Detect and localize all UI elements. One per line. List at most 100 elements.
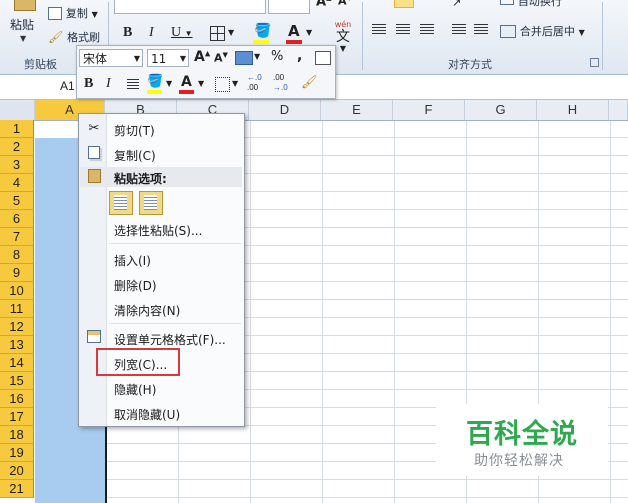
accounting-dropdown-icon[interactable]: ▼ (254, 52, 260, 61)
mini-clear-format-icon[interactable]: 🖌 (301, 75, 318, 90)
menu-item-paste-special[interactable]: 选择性粘贴(S)... (80, 219, 242, 239)
mini-fill-color-icon[interactable]: 🪣 (147, 74, 163, 89)
menu-header-paste-options: 粘贴选项: (80, 167, 242, 187)
alignment-launcher-icon[interactable] (590, 58, 599, 67)
grow-font-icon[interactable]: A▲ (316, 0, 331, 9)
italic-icon[interactable]: I (148, 24, 155, 42)
clipboard-group-label: 剪贴板 (24, 58, 57, 71)
paste-option-formatting[interactable] (109, 191, 133, 215)
menu-item-format-cells[interactable]: 设置单元格格式(F)... (80, 328, 242, 348)
context-menu: ✂ 剪切(T) 复制(C) 粘贴选项: 选择性粘贴(S)... 插入(I) 删除… (78, 113, 245, 427)
row-header[interactable]: 1 (0, 120, 34, 138)
font-color-icon[interactable]: A (288, 22, 300, 40)
row-header[interactable]: 20 (0, 462, 34, 480)
column-header-h[interactable]: H (537, 100, 609, 120)
top-align-icon[interactable] (394, 0, 414, 8)
paste-format-brush-icon (114, 195, 127, 210)
merge-center-icon (500, 25, 516, 38)
row-header[interactable]: 14 (0, 354, 34, 372)
menu-item-cut[interactable]: ✂ 剪切(T) (80, 119, 242, 139)
font-color-dropdown-icon[interactable]: ▼ (306, 28, 312, 37)
font-name-dropdown-icon: ▼ (133, 54, 140, 63)
row-header[interactable]: 4 (0, 174, 34, 192)
format-painter-button[interactable]: 🖌 格式刷 (48, 29, 100, 45)
shrink-font-icon[interactable]: A▼ (338, 0, 352, 8)
align-left-icon[interactable] (372, 24, 386, 36)
row-header[interactable]: 2 (0, 138, 34, 156)
menu-item-hide[interactable]: 隐藏(H) (80, 378, 242, 398)
merge-center-button[interactable]: 合并后居中 ▼ (500, 23, 585, 39)
mini-italic-button[interactable]: I (106, 76, 111, 92)
row-header[interactable]: 7 (0, 228, 34, 246)
mini-font-name-box[interactable]: 宋体 ▼ (79, 49, 143, 67)
mini-percent-button[interactable]: % (271, 49, 283, 64)
decrease-decimal-icon[interactable]: .00 →.0 (273, 73, 288, 93)
mini-font-size-box[interactable]: 11 ▼ (147, 49, 189, 67)
row-header[interactable]: 16 (0, 390, 34, 408)
row-header[interactable]: 5 (0, 192, 34, 210)
mini-border-icon[interactable] (215, 77, 230, 92)
row-header[interactable]: 8 (0, 246, 34, 264)
paste-button[interactable]: 粘贴 ▼ (4, 0, 44, 52)
underline-icon[interactable]: U ▼ (170, 24, 194, 42)
increase-decimal-icon[interactable]: ←.0 .00 (247, 73, 262, 93)
row-header[interactable]: 17 (0, 408, 34, 426)
mini-comma-button[interactable]: , (297, 48, 302, 64)
increase-indent-icon[interactable] (474, 24, 488, 36)
mini-accounting-format-icon[interactable] (235, 51, 253, 65)
mini-grow-font-icon[interactable]: A▲ (194, 49, 210, 65)
column-header-i[interactable] (609, 100, 628, 120)
row-header[interactable]: 13 (0, 336, 34, 354)
format-cells-icon (86, 330, 102, 346)
menu-item-copy[interactable]: 复制(C) (80, 144, 242, 164)
border-dropdown-icon[interactable]: ▼ (228, 28, 234, 37)
border-dropdown-icon[interactable]: ▼ (232, 79, 238, 88)
row-header[interactable]: 18 (0, 426, 34, 444)
menu-item-delete[interactable]: 删除(D) (80, 274, 242, 294)
row-header[interactable]: 15 (0, 372, 34, 390)
bold-icon[interactable]: B (122, 24, 133, 42)
row-header[interactable]: 11 (0, 300, 34, 318)
inc-decimal-top: ←.0 (247, 73, 262, 82)
ribbon-font-size-box[interactable] (268, 0, 310, 14)
column-header-d[interactable]: D (249, 100, 321, 120)
wrap-text-button[interactable]: 自动换行 (500, 0, 562, 9)
column-header-f[interactable]: F (393, 100, 465, 120)
align-center-icon[interactable] (396, 24, 410, 36)
font-color-dropdown-icon[interactable]: ▼ (198, 79, 204, 88)
menu-item-insert[interactable]: 插入(I) (80, 249, 242, 269)
row-header[interactable]: 19 (0, 444, 34, 462)
menu-item-clear-contents[interactable]: 清除内容(N) (80, 299, 242, 319)
mini-font-color-icon[interactable]: A (181, 74, 192, 90)
copy-button[interactable]: 复制 ▼ (48, 5, 98, 21)
format-painter-icon: 🖌 (48, 30, 64, 44)
row-header[interactable]: 6 (0, 210, 34, 228)
paste-option-values[interactable] (139, 191, 163, 215)
merge-center-label: 合并后居中 (519, 25, 575, 38)
row-header[interactable]: 3 (0, 156, 34, 174)
border-icon[interactable] (210, 26, 225, 41)
mini-format-painter-icon[interactable] (315, 51, 331, 65)
decrease-indent-icon[interactable] (452, 24, 466, 36)
name-box[interactable]: A1 (60, 79, 75, 93)
mini-bold-button[interactable]: B (84, 76, 93, 92)
watermark-subtitle: 助你轻松解决 (474, 453, 564, 469)
row-header[interactable]: 10 (0, 282, 34, 300)
copy-label: 复制 (65, 7, 88, 20)
align-right-icon[interactable] (420, 24, 434, 36)
column-header-g[interactable]: G (465, 100, 537, 120)
column-header-e[interactable]: E (321, 100, 393, 120)
dec-decimal-top: .00 (273, 73, 285, 82)
mini-center-icon[interactable] (127, 79, 139, 90)
row-header[interactable]: 9 (0, 264, 34, 282)
fill-dropdown-icon[interactable]: ▼ (166, 79, 172, 88)
menu-separator (109, 243, 241, 244)
select-all-corner[interactable] (0, 100, 35, 120)
mini-shrink-font-icon[interactable]: A▼ (214, 51, 228, 65)
row-header[interactable]: 21 (0, 480, 34, 498)
ribbon-font-name-box[interactable] (114, 0, 266, 14)
fill-color-icon[interactable]: 🪣 (254, 23, 271, 39)
row-header[interactable]: 12 (0, 318, 34, 336)
menu-item-unhide[interactable]: 取消隐藏(U) (80, 403, 242, 423)
orientation-icon[interactable]: ↗ (452, 0, 461, 9)
